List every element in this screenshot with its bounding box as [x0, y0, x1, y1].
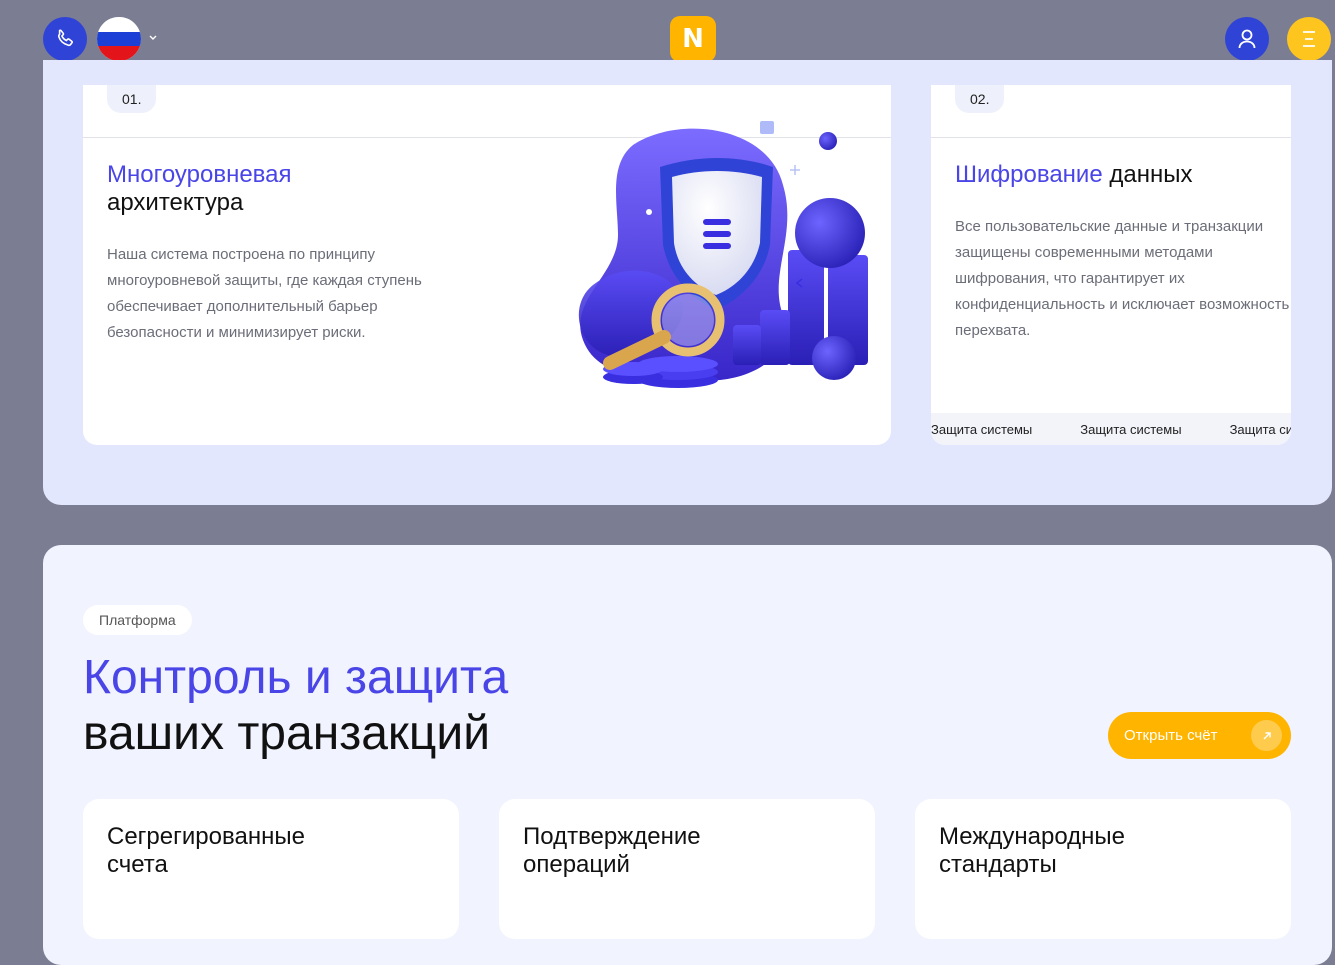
chevron-down-icon[interactable]	[148, 34, 158, 42]
feature-card-segregated-accounts: Сегрегированные счета	[83, 799, 459, 939]
marquee-item: Защита системы	[1229, 421, 1291, 437]
phone-icon	[57, 29, 73, 47]
account-button[interactable]	[1225, 17, 1269, 61]
card-description: Наша система построена по принципу много…	[107, 246, 422, 341]
card-number: 01.	[107, 85, 157, 113]
phone-button[interactable]	[43, 17, 87, 61]
feature-card-architecture: 01. Многоуровневая архитектура Наша сист…	[83, 85, 891, 445]
marquee-ticker: Защита системы Защита системы Защита сис…	[931, 413, 1291, 445]
divider	[931, 137, 1291, 138]
menu-button[interactable]	[1287, 17, 1331, 61]
section-title: Контроль и защита ваших транзакций	[83, 651, 509, 760]
feature-card-encryption: 02. Шифрование данных Все пользовательск…	[931, 85, 1291, 445]
open-account-label: Открыть счёт	[1124, 727, 1218, 744]
card-number: 02.	[955, 85, 1005, 113]
arrow-up-right-icon	[1251, 720, 1282, 751]
feature-card-international-standards: Международные стандарты	[915, 799, 1291, 939]
open-account-button[interactable]: Открыть счёт	[1108, 712, 1291, 759]
marquee-item: Защита системы	[931, 421, 1033, 437]
logo[interactable]: N	[670, 16, 716, 62]
menu-icon	[1303, 31, 1315, 47]
feature-card-title: Подтверждение операций	[523, 823, 701, 878]
feature-card-title: Международные стандарты	[939, 823, 1126, 878]
language-flag[interactable]	[97, 17, 141, 61]
card-title: Шифрование данных	[955, 161, 1193, 188]
card-title: Многоуровневая архитектура	[107, 161, 292, 216]
feature-card-operation-confirmation: Подтверждение операций	[499, 799, 875, 939]
card-description: Все пользовательские данные и транзакции…	[955, 218, 1290, 339]
marquee-item: Защита системы	[1080, 421, 1182, 437]
feature-card-title: Сегрегированные счета	[107, 823, 305, 878]
security-shield-illustration	[574, 121, 868, 388]
logo-letter: N	[682, 24, 704, 54]
section-badge: Платформа	[83, 605, 192, 635]
user-icon	[1238, 29, 1256, 49]
